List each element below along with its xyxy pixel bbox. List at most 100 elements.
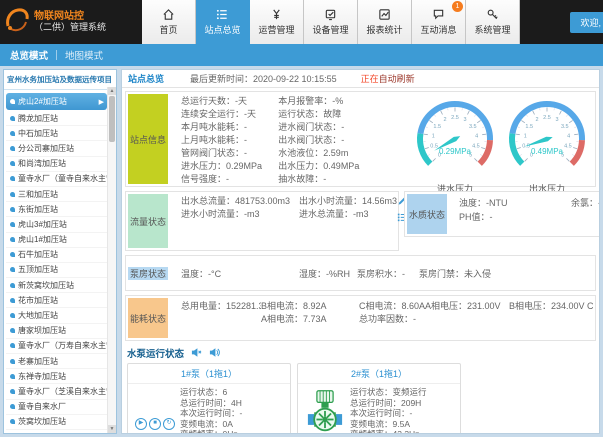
mode-subnav: 总览模式 地图模式 bbox=[0, 44, 603, 66]
sidebar-scrollbar[interactable]: ▲ ▼ bbox=[107, 87, 116, 433]
subnav-item-1[interactable]: 地图模式 bbox=[65, 48, 103, 62]
station-tag-icon bbox=[10, 206, 15, 212]
home-icon bbox=[162, 8, 175, 21]
pump-room-section: 泵房状态 温度：-°C 湿度：-%RH 泵房积水：- 泵房门禁：未入侵 bbox=[125, 255, 596, 291]
station-tag-icon bbox=[10, 191, 15, 197]
nav-tab-messages[interactable]: 互动消息 1 bbox=[412, 0, 466, 44]
system-icon bbox=[486, 8, 499, 21]
sidebar-item-station[interactable]: 腾龙加压站 bbox=[6, 111, 107, 127]
station-tag-icon bbox=[10, 373, 15, 379]
info-row: 余氯：-mg/L bbox=[571, 198, 599, 208]
energy-col: A相电压：231.00V bbox=[425, 300, 509, 338]
pump-card-body: ▶■↻ 运行状态：6总运行时间：4H本次运行时间：-变频电流：0A变频频率：0Hz… bbox=[128, 384, 290, 433]
info-row: 总运行天数：-天 bbox=[181, 96, 247, 106]
info-row: 运行状态：变频运行 bbox=[350, 387, 427, 397]
sidebar-item-station[interactable]: 东街加压站 bbox=[6, 202, 107, 218]
sidebar-item-station[interactable]: 五顶加压站 bbox=[6, 263, 107, 279]
nav-tab-label: 设备管理 bbox=[312, 25, 349, 35]
pump-controls: ▶ ■ ↻ bbox=[135, 417, 175, 430]
sidebar-item-station[interactable]: 新茨窝坎加压站 bbox=[6, 278, 107, 294]
info-row: 出水小时流量：14.56m3 bbox=[299, 196, 398, 206]
gauge-出水压力: 0 0.5 1 1.5 2 2.5 3 3.5 4 4.5 5 0.49MPa 出水压力 bbox=[501, 94, 593, 194]
sidebar-item-station[interactable]: 石牛加压站 bbox=[6, 248, 107, 263]
sidebar-item-station[interactable]: 童寺水厂（万寿自来水主管道） bbox=[6, 339, 107, 354]
flow-col2: 出水小时流量：14.56m3 进水总流量：-m3 bbox=[287, 194, 397, 248]
info-row: 泵房积水：- bbox=[357, 268, 405, 279]
subnav-item-0[interactable]: 总览模式 bbox=[10, 48, 48, 62]
nav-tab-overview[interactable]: 站点总览 bbox=[196, 0, 250, 44]
station-info-col1: 总运行天数：-天 连续安全运行：-天 本月吨水能耗：- 上月吨水能耗：- 管网阀门状态：… bbox=[168, 94, 265, 184]
pump-room-items: 温度：-°C 湿度：-%RH 泵房积水：- 泵房门禁：未入侵 bbox=[168, 267, 593, 280]
pump-card-title: 1#泵（1拖1） bbox=[128, 364, 290, 384]
scrollbar-thumb[interactable] bbox=[109, 96, 115, 142]
station-name: 虎山3#加压站 bbox=[18, 219, 67, 229]
sidebar-item-station[interactable]: 分公司寨加压站 bbox=[6, 141, 107, 157]
sidebar-item-station[interactable]: 东禅寺加压站 bbox=[6, 369, 107, 385]
station-tag-icon bbox=[10, 419, 15, 425]
sidebar-item-station[interactable]: 童寺水厂（芝溪自来水主管道） bbox=[6, 384, 107, 400]
sidebar-item-station[interactable]: 花市加压站 bbox=[6, 293, 107, 309]
sidebar-item-station[interactable]: 和尚湾加压站 bbox=[6, 157, 107, 172]
last-updated-text: 最后更新时间：2020-09-22 10:15:55 bbox=[190, 74, 337, 84]
welcome-button[interactable]: 欢迎, bbox=[570, 11, 603, 33]
play-icon[interactable]: ▶ bbox=[135, 417, 147, 430]
nav-tab-label: 互动消息 bbox=[420, 25, 457, 35]
reset-icon[interactable]: ↻ bbox=[163, 417, 175, 430]
scroll-up-icon[interactable]: ▲ bbox=[108, 87, 116, 95]
sidebar-item-station[interactable]: 童寺水厂（童寺自来水主管道） bbox=[6, 172, 107, 187]
sidebar-item-station[interactable]: 唐家坝加压站 bbox=[6, 324, 107, 339]
operations-icon bbox=[270, 8, 283, 21]
pump-card-rows: 运行状态：6总运行时间：4H本次运行时间：-变频电流：0A变频频率：0Hz工频电… bbox=[180, 387, 288, 433]
info-row: 信号强度：- bbox=[181, 174, 229, 184]
sidebar-item-station[interactable]: 中石加压站 bbox=[6, 126, 107, 142]
main-nav: 首页 站点总览 运营管理 设备管理 报表统计 互动消息 1 系统管理 bbox=[142, 0, 520, 44]
station-tag-icon bbox=[10, 388, 15, 394]
sidebar-item-station[interactable]: 安和加压站 bbox=[6, 430, 107, 434]
nav-tab-home[interactable]: 首页 bbox=[142, 0, 196, 44]
sidebar-item-station[interactable]: 茨窝坎加压站 bbox=[6, 415, 107, 430]
svg-text:3: 3 bbox=[555, 117, 558, 123]
info-row: 本次运行时间：- bbox=[180, 408, 243, 418]
overview-panel: 站点总览 最后更新时间：2020-09-22 10:15:55 正在自动刷新 站… bbox=[121, 69, 600, 434]
water-quality-section: 水质状态 浊度：-NTU PH值：- 余氯：-mg/L bbox=[404, 191, 599, 237]
station-name: 老寨加压站 bbox=[18, 356, 58, 366]
station-tag-icon bbox=[10, 297, 15, 303]
station-name: 分公司寨加压站 bbox=[18, 143, 74, 153]
svg-text:0.5: 0.5 bbox=[522, 144, 530, 150]
nav-tab-operations[interactable]: 运营管理 bbox=[250, 0, 304, 44]
gauge-进水压力: 0 0.5 1 1.5 2 2.5 3 3.5 4 4.5 5 0.29MPa 进水压力 bbox=[409, 94, 501, 194]
sidebar-item-station[interactable]: 虎山3#加压站 bbox=[6, 217, 107, 233]
info-row: 湿度：-%RH bbox=[299, 268, 350, 279]
info-row: 进水阀门状态：- bbox=[278, 122, 345, 132]
svg-text:4: 4 bbox=[475, 133, 478, 139]
page: 物联网站控 （二供）管理系统 首页 站点总览 运营管理 设备管理 报表统计 互动消息 1 系统… bbox=[0, 0, 603, 437]
sidebar-item-station[interactable]: 虎山2#加压站 ▶ bbox=[6, 93, 107, 110]
tab-site-overview[interactable]: 站点总览 bbox=[128, 72, 164, 85]
sidebar-item-station[interactable]: 虎山1#加压站 bbox=[6, 233, 107, 248]
nav-tab-devices[interactable]: 设备管理 bbox=[304, 0, 358, 44]
info-row: PH值：- bbox=[459, 212, 493, 222]
sidebar-item-station[interactable]: 大地加压站 bbox=[6, 308, 107, 324]
sidebar-item-station[interactable]: 三和加压站 bbox=[6, 187, 107, 203]
nav-tab-system[interactable]: 系统管理 bbox=[466, 0, 520, 44]
energy-cols: 总用电量：152281.30kW.hB相电流：8.92A A相电流：7.73A C相… bbox=[168, 298, 593, 338]
station-name: 新茨窝坎加压站 bbox=[18, 280, 74, 290]
scroll-down-icon[interactable]: ▼ bbox=[108, 425, 116, 433]
sound-icon[interactable] bbox=[209, 347, 220, 360]
mute-icon[interactable] bbox=[191, 347, 202, 360]
gauge-dial: 0 0.5 1 1.5 2 2.5 3 3.5 4 4.5 5 0.29MPa bbox=[409, 94, 501, 184]
sidebar-item-station[interactable]: 老寨加压站 bbox=[6, 354, 107, 370]
info-row: 水池液位：2.59m bbox=[278, 148, 349, 158]
stop-icon[interactable]: ■ bbox=[149, 417, 161, 430]
info-row: 温度：-°C bbox=[181, 268, 222, 279]
pump-cards: 1#泵（1拖1） ▶ ■ ↻ 运行状态：6 总运行时间：4H 本次运行时间：- 变频电流：0A… bbox=[125, 363, 596, 433]
info-row: 总功率因数：- bbox=[359, 314, 416, 324]
info-row: 运行状态：故障 bbox=[278, 109, 342, 119]
station-info-label: 站点信息 bbox=[128, 94, 168, 184]
message-badge: 1 bbox=[452, 1, 463, 12]
svg-text:2: 2 bbox=[535, 117, 538, 123]
sidebar-item-station[interactable]: 童寺自来水厂 bbox=[6, 400, 107, 415]
station-tag-icon bbox=[10, 252, 15, 258]
nav-tab-reports[interactable]: 报表统计 bbox=[358, 0, 412, 44]
pump-status-title: 水泵运行状态 bbox=[127, 349, 185, 360]
